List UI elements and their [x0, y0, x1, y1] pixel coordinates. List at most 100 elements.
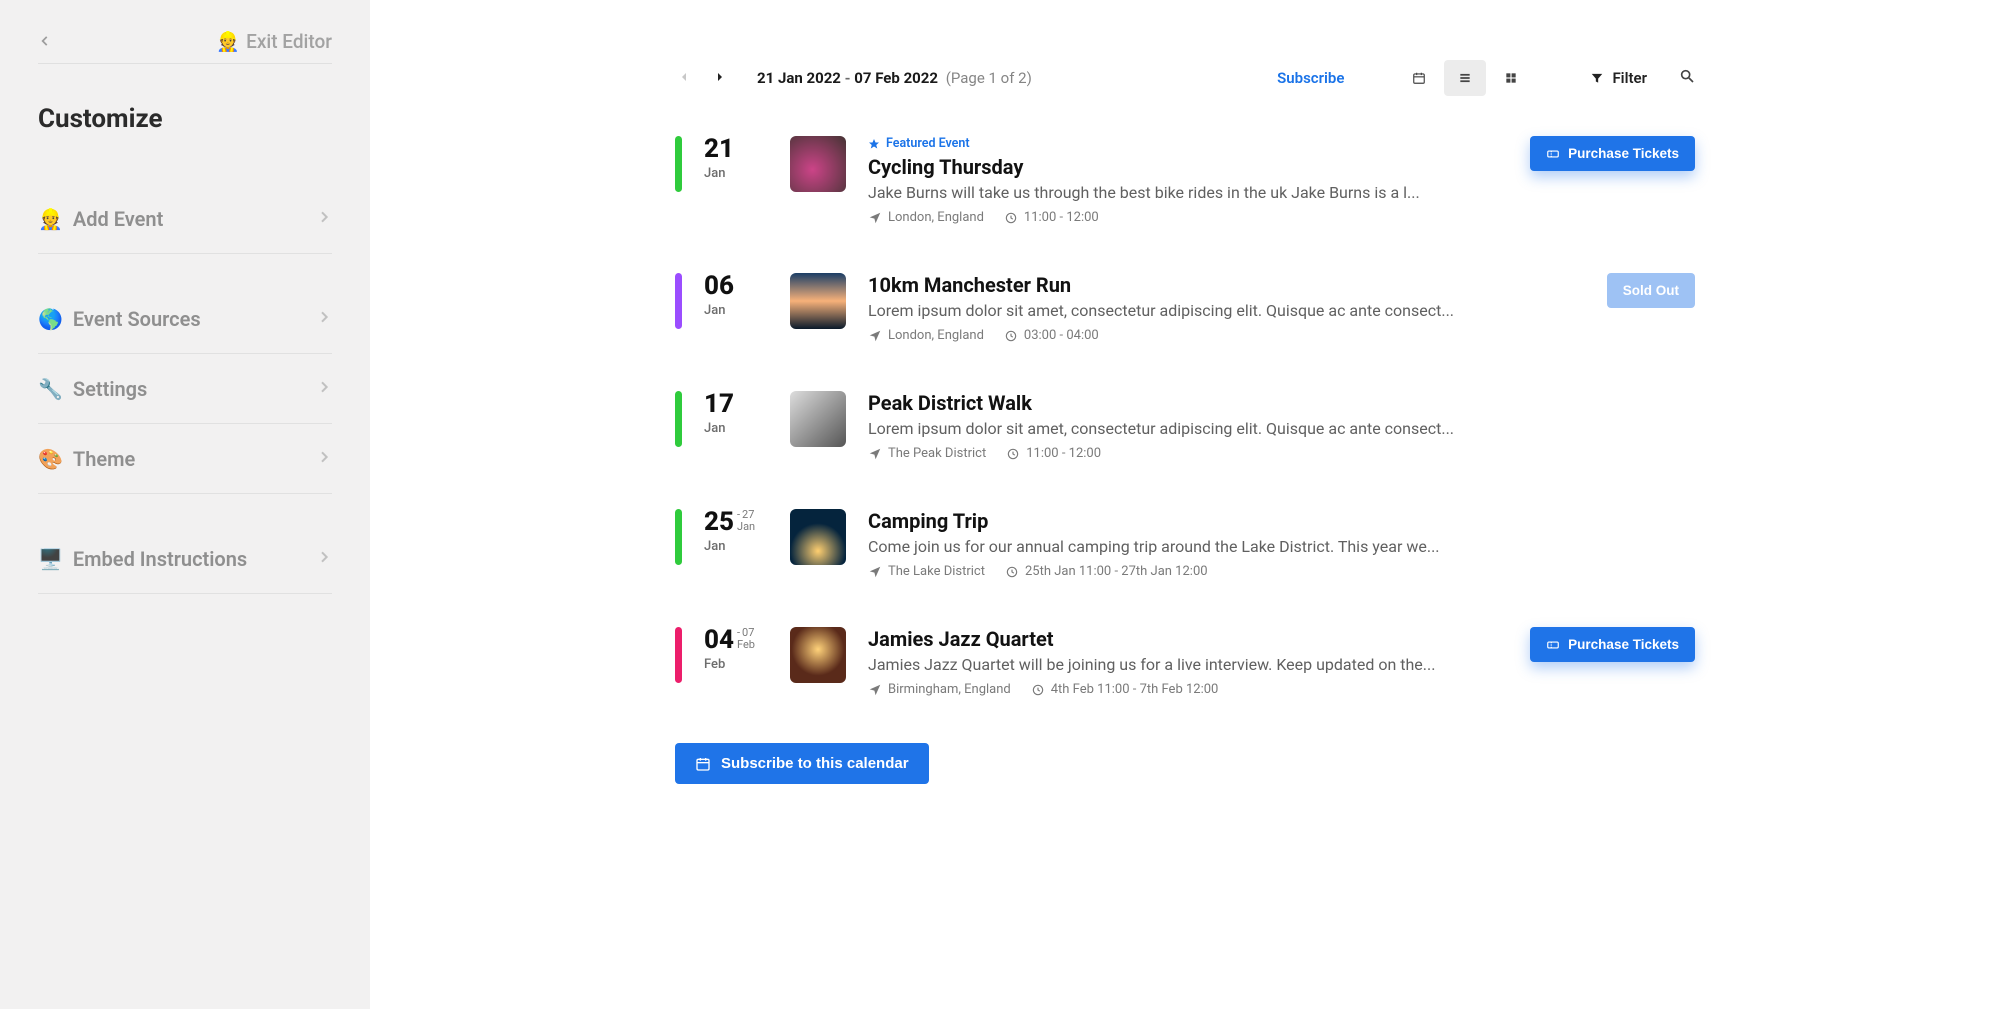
search-button[interactable] — [1679, 68, 1695, 88]
prev-page-button[interactable] — [675, 69, 693, 88]
event-list: 21Jan Featured Event Cycling Thursday Jake … — [675, 136, 1695, 697]
event-thumbnail — [790, 273, 846, 329]
location-icon — [868, 447, 882, 461]
event-location-text: London, England — [888, 210, 984, 225]
clock-icon — [1005, 565, 1019, 579]
search-icon — [1679, 68, 1695, 84]
event-description: Jake Burns will take us through the best… — [868, 183, 1488, 202]
grid-view-button[interactable] — [1490, 60, 1532, 96]
subscribe-calendar-label: Subscribe to this calendar — [721, 755, 909, 772]
range-start: 21 Jan 2022 — [757, 69, 841, 87]
event-time-text: 4th Feb 11:00 - 7th Feb 12:00 — [1051, 682, 1219, 697]
event-location-text: Birmingham, England — [888, 682, 1011, 697]
event-color-bar — [675, 273, 682, 329]
event-date: 25-27Jan Jan — [704, 509, 768, 554]
location-icon — [868, 329, 882, 343]
event-month: Feb — [704, 657, 768, 672]
date-range: 21 Jan 2022 - 07 Feb 2022 (Page 1 of 2) — [757, 69, 1032, 87]
sidebar-item-emoji: 🖥️ — [38, 547, 63, 571]
back-icon[interactable] — [38, 29, 58, 54]
event-location-text: The Lake District — [888, 564, 985, 579]
event-time-text: 03:00 - 04:00 — [1024, 328, 1099, 343]
event-content: Camping TripCome join us for our annual … — [868, 509, 1695, 579]
sidebar-item-add-event[interactable]: 👷 Add Event — [38, 184, 332, 254]
event-time-text: 11:00 - 12:00 — [1026, 446, 1101, 461]
event-month: Jan — [704, 303, 768, 318]
event-row[interactable]: 17 Jan Peak District Walk Lorem ipsum dolor… — [675, 391, 1695, 461]
event-time-text: 11:00 - 12:00 — [1024, 210, 1099, 225]
event-cta-button[interactable]: Purchase Tickets — [1530, 627, 1695, 662]
clock-icon — [1004, 211, 1018, 225]
star-icon — [868, 138, 880, 150]
event-day: 25 — [704, 509, 734, 535]
event-month: Jan — [704, 539, 768, 554]
event-title: Cycling Thursday — [868, 155, 1488, 179]
event-content: 10km Manchester RunLorem ipsum dolor sit… — [868, 273, 1585, 343]
main-content: 21 Jan 2022 - 07 Feb 2022 (Page 1 of 2) … — [370, 0, 2000, 1009]
location-icon — [868, 211, 882, 225]
exit-editor-label: Exit Editor — [246, 30, 332, 53]
event-location: The Lake District — [868, 564, 985, 579]
filter-label: Filter — [1612, 69, 1647, 87]
event-time-text: 25th Jan 11:00 - 27th Jan 12:00 — [1025, 564, 1208, 579]
next-page-button[interactable] — [711, 69, 729, 88]
event-day: 06 — [704, 273, 734, 299]
event-location: Birmingham, England — [868, 682, 1011, 697]
event-day: 17 — [704, 391, 734, 417]
event-end-day: -27Jan — [737, 509, 755, 533]
chevron-right-icon — [316, 306, 332, 331]
event-time: 03:00 - 04:00 — [1004, 328, 1099, 343]
sidebar-item-emoji: 🎨 — [38, 447, 63, 471]
range-end: 07 Feb 2022 — [854, 69, 938, 87]
event-row[interactable]: 21Jan Featured Event Cycling Thursday Jake … — [675, 136, 1695, 225]
event-month: Jan — [704, 421, 768, 436]
event-row[interactable]: 06 Jan 10km Manchester RunLorem ipsum dolo… — [675, 273, 1695, 343]
location-icon — [868, 565, 882, 579]
event-description: Lorem ipsum dolor sit amet, consectetur … — [868, 419, 1675, 438]
sidebar-item-emoji: 👷 — [38, 207, 63, 231]
event-date: 21Jan — [704, 136, 768, 181]
toolbar: 21 Jan 2022 - 07 Feb 2022 (Page 1 of 2) … — [675, 60, 1695, 96]
calendar-view-button[interactable] — [1398, 60, 1440, 96]
event-thumbnail — [790, 136, 846, 192]
featured-label: Featured Event — [886, 136, 970, 151]
event-date: 06 Jan — [704, 273, 768, 318]
event-description: Lorem ipsum dolor sit amet, consectetur … — [868, 301, 1565, 320]
subscribe-link[interactable]: Subscribe — [1277, 69, 1344, 87]
event-location-text: The Peak District — [888, 446, 986, 461]
event-row[interactable]: 25-27Jan Jan Camping TripCome join us for … — [675, 509, 1695, 579]
sidebar-item-embed-instructions[interactable]: 🖥️Embed Instructions — [38, 524, 332, 594]
event-location: London, England — [868, 210, 984, 225]
event-title: Peak District Walk — [868, 391, 1675, 415]
event-color-bar — [675, 509, 682, 565]
sidebar-title: Customize — [38, 104, 332, 134]
event-content: Peak District Walk Lorem ipsum dolor sit … — [868, 391, 1695, 461]
page-info: (Page 1 of 2) — [946, 69, 1032, 87]
ticket-icon — [1546, 147, 1560, 161]
sidebar-item-event-sources[interactable]: 🌎Event Sources — [38, 284, 332, 354]
exit-editor-link[interactable]: 👷 Exit Editor — [216, 30, 332, 53]
sidebar-item-label: Add Event — [73, 207, 163, 231]
sidebar-item-theme[interactable]: 🎨Theme — [38, 424, 332, 494]
list-view-button[interactable] — [1444, 60, 1486, 96]
event-location: London, England — [868, 328, 984, 343]
sidebar-item-emoji: 🔧 — [38, 377, 63, 401]
filter-icon — [1590, 71, 1604, 85]
event-cta-button: Sold Out — [1607, 273, 1695, 308]
event-cta-label: Sold Out — [1623, 283, 1679, 298]
filter-button[interactable]: Filter — [1590, 69, 1647, 87]
event-row[interactable]: 04-07FebFebJamies Jazz QuartetJamies Jaz… — [675, 627, 1695, 697]
event-cta-button[interactable]: Purchase Tickets — [1530, 136, 1695, 171]
event-month: Jan — [704, 166, 768, 181]
calendar-icon — [1412, 71, 1426, 85]
event-time: 25th Jan 11:00 - 27th Jan 12:00 — [1005, 564, 1208, 579]
clock-icon — [1004, 329, 1018, 343]
sidebar-item-settings[interactable]: 🔧Settings — [38, 354, 332, 424]
event-location-text: London, England — [888, 328, 984, 343]
event-title: Jamies Jazz Quartet — [868, 627, 1488, 651]
range-dash: - — [845, 69, 855, 87]
ticket-icon — [1546, 638, 1560, 652]
subscribe-calendar-button[interactable]: Subscribe to this calendar — [675, 743, 929, 784]
calendar-icon — [695, 756, 711, 772]
event-content: Featured Event Cycling Thursday Jake Burns… — [868, 136, 1508, 225]
